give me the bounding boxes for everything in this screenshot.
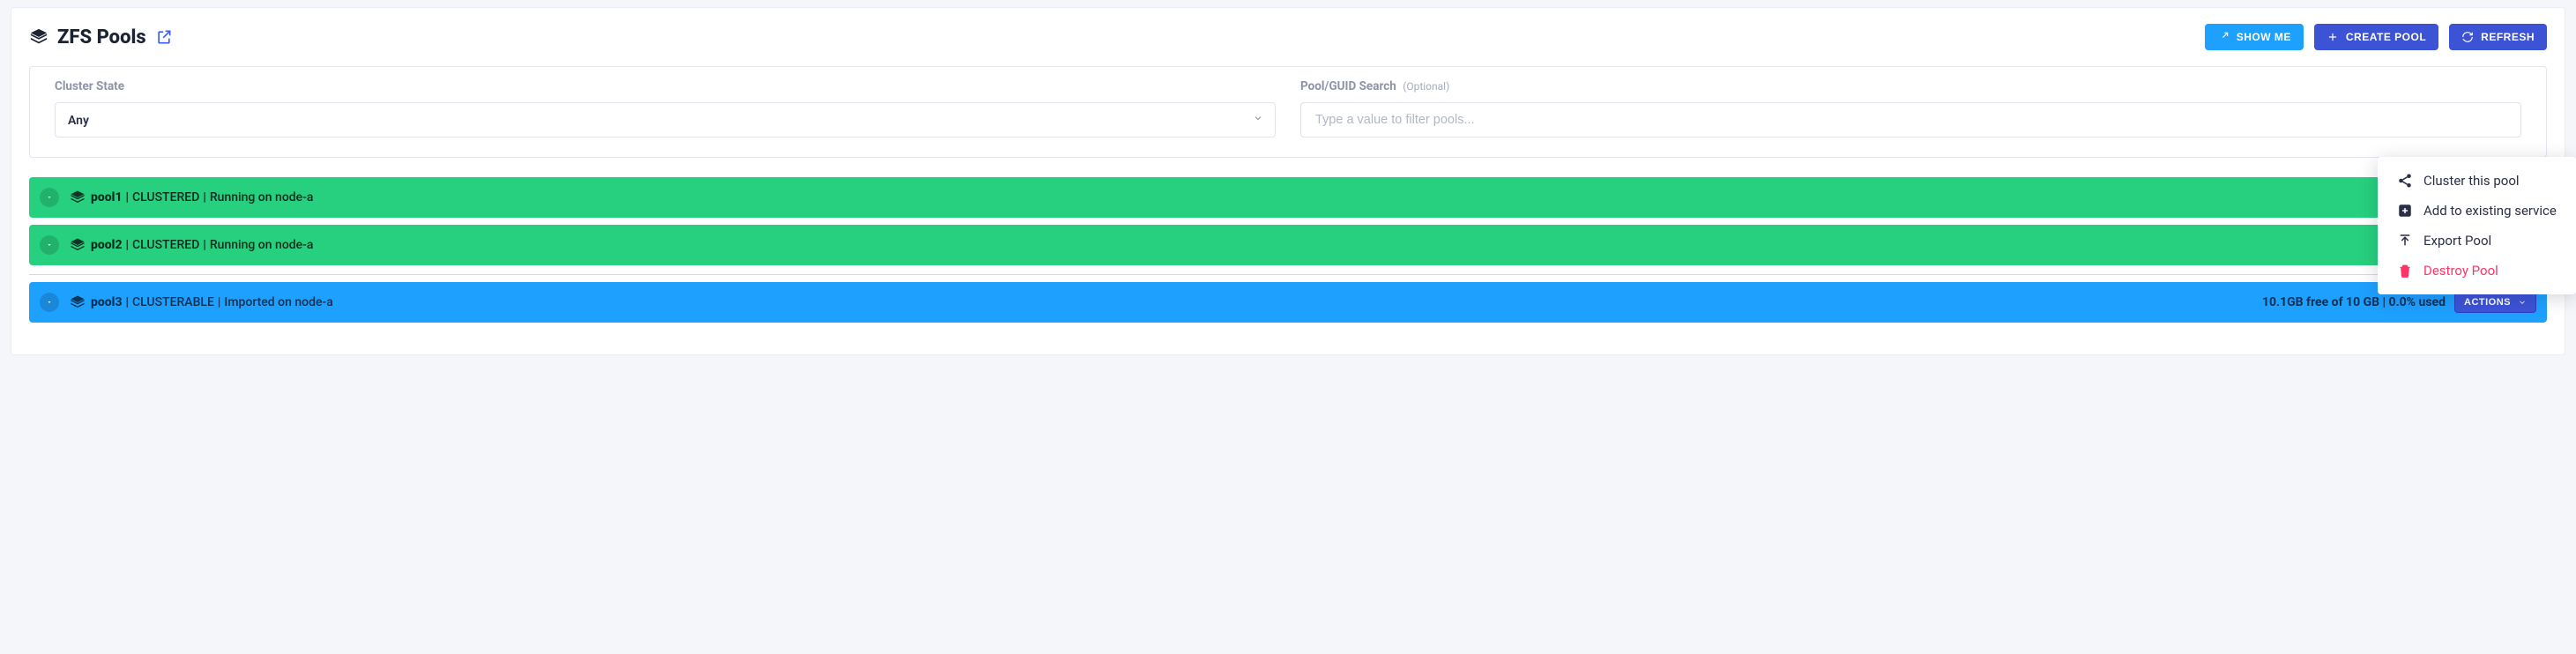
external-link-icon[interactable] xyxy=(155,28,173,46)
layers-icon xyxy=(70,294,86,310)
menu-label: Destroy Pool xyxy=(2423,263,2498,279)
pool-row[interactable]: pool3 | CLUSTERABLE | Imported on node-a… xyxy=(29,282,2547,323)
pool-search-label-text: Pool/GUID Search xyxy=(1300,79,1396,93)
menu-label: Export Pool xyxy=(2423,233,2491,249)
page-title: ZFS Pools xyxy=(57,26,146,48)
menu-export-pool[interactable]: Export Pool xyxy=(2378,226,2576,256)
pool-row[interactable]: pool2 | CLUSTERED | Running on node-a 10… xyxy=(29,225,2547,265)
page-header: ZFS Pools SHOW ME CREATE POOL REFRESH xyxy=(11,8,2565,59)
actions-label: ACTIONS xyxy=(2464,297,2511,308)
refresh-label: REFRESH xyxy=(2481,31,2535,43)
show-me-label: SHOW ME xyxy=(2237,31,2291,43)
header-actions: SHOW ME CREATE POOL REFRESH xyxy=(2205,24,2547,50)
pool-actions-menu: Cluster this pool Add to existing servic… xyxy=(2378,157,2576,294)
filter-panel: Cluster State Any Pool/GUID Search (Opti… xyxy=(29,66,2547,158)
menu-destroy-pool[interactable]: Destroy Pool xyxy=(2378,256,2576,286)
section-divider xyxy=(29,274,2547,275)
pool-name: pool2 xyxy=(91,238,123,252)
show-me-button[interactable]: SHOW ME xyxy=(2205,24,2304,50)
cluster-state-label: Cluster State xyxy=(55,79,1276,93)
layers-icon xyxy=(70,237,86,253)
pool-status: CLUSTERABLE xyxy=(132,295,214,309)
pool-status: CLUSTERED xyxy=(132,190,199,204)
pool-detail: Running on node-a xyxy=(210,238,314,252)
pool-row[interactable]: pool1 | CLUSTERED | Running on node-a 10… xyxy=(29,177,2547,218)
pool-name: pool3 xyxy=(91,295,123,309)
create-pool-label: CREATE POOL xyxy=(2346,31,2426,43)
create-pool-button[interactable]: CREATE POOL xyxy=(2314,24,2438,50)
refresh-button[interactable]: REFRESH xyxy=(2449,24,2547,50)
pool-search-optional: (Optional) xyxy=(1403,80,1449,93)
expand-toggle[interactable] xyxy=(40,235,59,255)
pool-detail: Imported on node-a xyxy=(224,295,332,309)
pool-search-input[interactable] xyxy=(1300,102,2521,137)
pool-search-label: Pool/GUID Search (Optional) xyxy=(1300,79,2521,93)
actions-button[interactable]: ACTIONS xyxy=(2454,292,2536,313)
menu-cluster-this-pool[interactable]: Cluster this pool xyxy=(2378,166,2576,196)
expand-toggle[interactable] xyxy=(40,293,59,312)
cluster-state-select[interactable]: Any xyxy=(55,102,1276,137)
pool-name: pool1 xyxy=(91,190,123,204)
pool-status: CLUSTERED xyxy=(132,238,199,252)
menu-label: Cluster this pool xyxy=(2423,173,2520,189)
menu-add-to-existing-service[interactable]: Add to existing service xyxy=(2378,196,2576,226)
menu-label: Add to existing service xyxy=(2423,203,2557,219)
expand-toggle[interactable] xyxy=(40,188,59,207)
layers-icon xyxy=(29,27,48,47)
layers-icon xyxy=(70,190,86,205)
pool-list: pool1 | CLUSTERED | Running on node-a 10… xyxy=(11,177,2565,323)
pool-detail: Running on node-a xyxy=(210,190,314,204)
pool-capacity: 10.1GB free of 10 GB | 0.0% used xyxy=(2262,295,2446,309)
